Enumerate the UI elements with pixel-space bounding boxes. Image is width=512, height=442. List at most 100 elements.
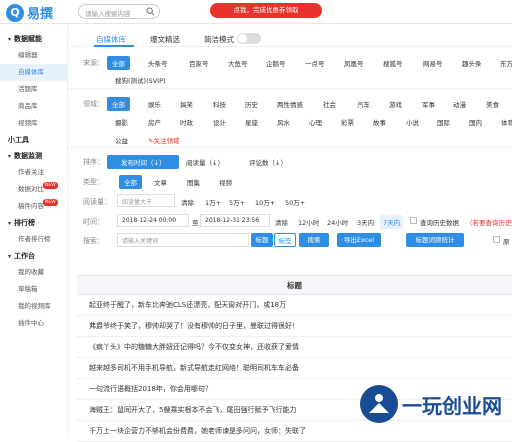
- table-row[interactable]: 《疯丫头》中的糖糖大胖妞还记得吗？今不仅变女神，还收获了爱情: [77, 337, 512, 358]
- tab-hot-articles[interactable]: 爆文精选: [150, 34, 180, 45]
- domain-option[interactable]: 时政: [180, 117, 193, 127]
- read-option[interactable]: 50万+: [285, 197, 305, 207]
- read-count-input[interactable]: 阅读量大于: [117, 194, 175, 207]
- source-option[interactable]: 东方号: [500, 58, 512, 68]
- sidebar-section-data[interactable]: ▾ 数据赋能: [0, 31, 67, 47]
- source-option[interactable]: 企鹅号: [266, 58, 286, 68]
- domain-option[interactable]: 历史: [245, 99, 258, 109]
- domain-option[interactable]: 动漫: [453, 99, 466, 109]
- domain-option[interactable]: 娱乐: [148, 99, 161, 109]
- tab-media-library[interactable]: 自媒体库: [96, 34, 126, 45]
- domain-option[interactable]: 故事: [373, 117, 386, 127]
- sidebar-item-favorites[interactable]: 我的收藏: [0, 264, 67, 281]
- follow-domain-link[interactable]: ✎关注领域: [148, 135, 179, 145]
- source-option[interactable]: 大鱼号: [228, 58, 248, 68]
- sidebar-item-author-ranking[interactable]: 作者排行榜: [0, 231, 67, 248]
- domain-option[interactable]: 风水: [277, 117, 290, 127]
- keyword-input[interactable]: 请输入关键词: [117, 233, 249, 247]
- sidebar-item-media-library[interactable]: 自媒体库: [0, 64, 67, 81]
- sort-option[interactable]: 评论数（↓）: [249, 157, 287, 167]
- type-option[interactable]: 图集: [187, 177, 200, 187]
- domain-option[interactable]: 心理: [309, 117, 322, 127]
- domain-option[interactable]: 汽车: [357, 99, 370, 109]
- history-checkbox[interactable]: [410, 217, 417, 224]
- sort-option[interactable]: 发布时间（↓）: [107, 155, 180, 169]
- source-option[interactable]: 全部: [107, 56, 130, 70]
- search-button[interactable]: 搜索: [299, 233, 329, 247]
- chevron-down-icon: ▾: [8, 35, 12, 43]
- sidebar-item-content[interactable]: 稿件内容 NEW: [0, 198, 67, 215]
- domain-option[interactable]: 国内: [469, 117, 482, 127]
- sidebar-item-topics[interactable]: 活题库: [0, 81, 67, 98]
- time-option[interactable]: 12小时: [298, 217, 319, 227]
- read-option[interactable]: 10万+: [255, 197, 275, 207]
- time-option[interactable]: 7天内: [380, 215, 404, 229]
- sort-option[interactable]: 阅读量（↓）: [186, 157, 224, 167]
- title-stats-button[interactable]: 标题词频统计: [406, 233, 464, 247]
- sidebar-item-videos[interactable]: 视频库: [0, 115, 67, 132]
- promo-banner[interactable]: 点我，完成优惠券领取: [210, 3, 322, 18]
- source-option[interactable]: 一点号: [305, 58, 325, 68]
- logo[interactable]: Q 易撰: [6, 3, 53, 22]
- sidebar-item-editor[interactable]: 编辑器: [0, 47, 67, 64]
- domain-option[interactable]: 摄影: [115, 117, 128, 127]
- read-option[interactable]: 清除: [181, 197, 194, 207]
- simple-mode-toggle[interactable]: [237, 33, 261, 44]
- original-checkbox[interactable]: [493, 236, 500, 243]
- domain-option[interactable]: 房产: [148, 117, 161, 127]
- domain-option[interactable]: 军事: [422, 99, 435, 109]
- time-option[interactable]: 清除: [275, 217, 288, 227]
- domain-option[interactable]: 国际: [437, 117, 450, 127]
- source-option[interactable]: 凤凰号: [344, 58, 364, 68]
- domain-option[interactable]: 搞笑: [180, 99, 193, 109]
- read-option[interactable]: 5万+: [229, 197, 245, 207]
- domain-option[interactable]: 社会: [323, 99, 336, 109]
- domain-option[interactable]: 设计: [213, 117, 226, 127]
- domain-option[interactable]: 两性情感: [277, 99, 303, 109]
- search-input[interactable]: 请输入搜索内容: [78, 4, 160, 19]
- history-note: （若要查询历史数据: [466, 219, 512, 227]
- date-start-input[interactable]: 2018-12-24 00:00: [117, 214, 189, 227]
- date-end-input[interactable]: 2018-12-31 23:56: [200, 214, 270, 227]
- search-icon[interactable]: [146, 7, 155, 16]
- watermark-logo-icon: [360, 385, 398, 423]
- source-option[interactable]: 百家号: [189, 58, 209, 68]
- sidebar-item-drafts[interactable]: 草稿箱: [0, 281, 67, 298]
- sidebar-item-products[interactable]: 商品库: [0, 98, 67, 115]
- read-option[interactable]: 1万+: [205, 197, 221, 207]
- type-option[interactable]: 文章: [154, 177, 167, 187]
- table-row[interactable]: 弗爵爷终于笑了，穆帅却哭了！没有穆帅的日子里，曼联过得很好！: [77, 316, 512, 337]
- title-toggle[interactable]: 标题: [251, 233, 273, 247]
- table-row[interactable]: 起亚终于醒了，新车比奔驰CLS还漂亮，配天窗对开门，或18万: [77, 295, 512, 316]
- domain-option[interactable]: 小说: [406, 117, 419, 127]
- domain-option[interactable]: 星座: [245, 117, 258, 127]
- export-excel-button[interactable]: 导出Excel: [337, 233, 381, 247]
- time-option[interactable]: 24小时: [327, 217, 348, 227]
- table-row[interactable]: 越来越多司机不用手机导航，新式导航走红网络！聪明司机车车必备: [77, 358, 512, 379]
- table-row[interactable]: 千万上一块企营力不够机会份费费，她老师谏是多问问，女师：失联了: [77, 421, 512, 442]
- sidebar-item-plugins[interactable]: 插件中心: [0, 315, 67, 332]
- sidebar-section-ranking[interactable]: ▾ 排行榜: [0, 215, 67, 231]
- domain-option[interactable]: 美食: [486, 99, 499, 109]
- domain-option[interactable]: 科技: [213, 99, 226, 109]
- sidebar-section-workbench[interactable]: ▾ 工作台: [0, 248, 67, 264]
- sidebar-item-my-videos[interactable]: 我的视频库: [0, 298, 67, 315]
- source-option[interactable]: 网易号: [423, 58, 443, 68]
- sidebar-item-compare[interactable]: 数据对比 NEW: [0, 181, 67, 198]
- source-option[interactable]: 趣头条: [462, 58, 482, 68]
- domain-option[interactable]: 全部: [107, 97, 130, 111]
- type-option[interactable]: 视频: [219, 177, 232, 187]
- sidebar-item-author-follow[interactable]: 作者关注: [0, 164, 67, 181]
- source-option[interactable]: 头条号: [148, 58, 168, 68]
- time-option[interactable]: 3天内: [357, 217, 374, 227]
- domain-option[interactable]: 彩票: [341, 117, 354, 127]
- source-option[interactable]: 搜狗(测试)(SVIP): [115, 75, 166, 85]
- sidebar-section-tools[interactable]: 小工具: [0, 132, 67, 148]
- type-option[interactable]: 全部: [119, 175, 142, 189]
- domain-option[interactable]: 公益: [115, 135, 128, 145]
- tag-toggle[interactable]: 标签: [274, 233, 296, 247]
- source-option[interactable]: 搜狐号: [383, 58, 403, 68]
- sidebar-section-monitor[interactable]: ▾ 数据监测: [0, 148, 67, 164]
- domain-option[interactable]: 游戏: [389, 99, 402, 109]
- domain-option[interactable]: 体育: [501, 117, 512, 127]
